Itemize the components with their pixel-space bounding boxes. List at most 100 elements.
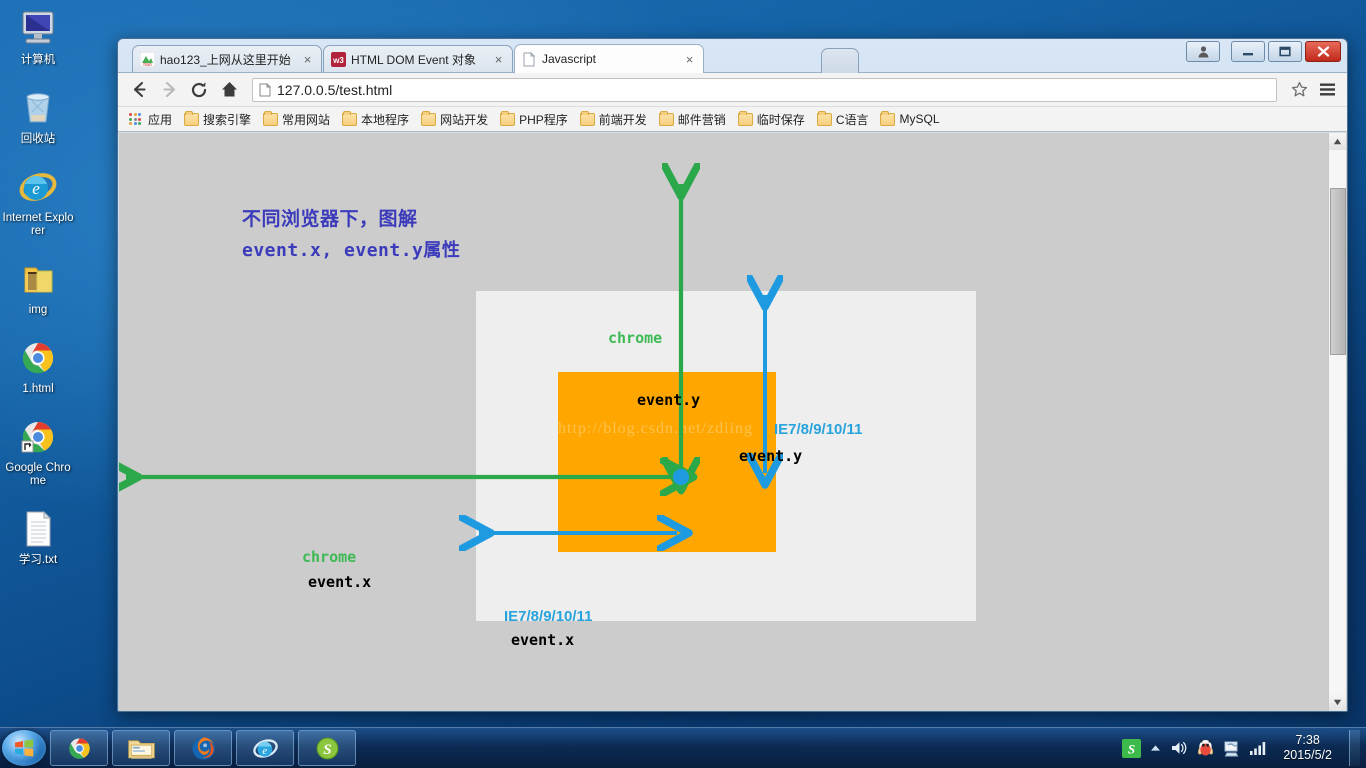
tab-html-dom-event[interactable]: w3 HTML DOM Event 对象 × — [323, 45, 513, 72]
page-info-icon — [259, 82, 271, 97]
minimize-button[interactable] — [1231, 41, 1265, 62]
taskbar-firefox-button[interactable] — [174, 730, 232, 766]
taskbar: e S S 7:38 2015/5/2 — [0, 727, 1366, 768]
start-button[interactable] — [2, 730, 46, 766]
back-button[interactable] — [126, 77, 152, 103]
svg-text:S: S — [1128, 741, 1135, 756]
desktop-icon-1html[interactable]: 1.html — [0, 335, 76, 396]
taskbar-chrome-button[interactable] — [50, 730, 108, 766]
tab-close-icon[interactable]: × — [491, 53, 506, 66]
tab-close-icon[interactable]: × — [300, 53, 315, 66]
menu-icon[interactable] — [1315, 78, 1339, 102]
reload-button[interactable] — [186, 77, 212, 103]
chrome-shortcut-icon — [0, 414, 76, 460]
taskbar-skype-button[interactable]: S — [298, 730, 356, 766]
user-profile-button[interactable] — [1186, 41, 1220, 62]
url-text: 127.0.0.5/test.html — [277, 81, 393, 98]
internet-explorer-icon: e — [0, 164, 76, 210]
sogou-input-icon[interactable]: S — [1122, 738, 1142, 758]
cursor-dot — [673, 469, 689, 485]
system-tray: S 7:38 2015/5/2 — [1122, 730, 1366, 766]
taskbar-explorer-button[interactable] — [112, 730, 170, 766]
bookmark-search-engines[interactable]: 搜索引擎 — [179, 109, 256, 130]
desktop-icon-recycle-bin[interactable]: 回收站 — [0, 85, 76, 146]
close-button[interactable] — [1305, 41, 1341, 62]
bookmark-label: 搜索引擎 — [203, 112, 252, 127]
tab-hao123[interactable]: hao hao123_上网从这里开始 × — [132, 45, 322, 72]
bookmark-label: 常用网站 — [282, 112, 331, 127]
bookmark-label: PHP程序 — [519, 112, 568, 127]
desktop-icon-label: 计算机 — [20, 54, 56, 66]
bookmark-frontend[interactable]: 前端开发 — [575, 109, 652, 130]
folder-icon — [184, 110, 200, 126]
folder-icon — [500, 110, 516, 126]
address-bar[interactable]: 127.0.0.5/test.html — [252, 77, 1277, 102]
bookmark-c-language[interactable]: C语言 — [812, 109, 874, 130]
w3school-icon: w3 — [330, 51, 346, 67]
computer-icon — [0, 6, 76, 52]
ie-event-x-browser-label: IE7/8/9/10/11 — [504, 608, 593, 625]
svg-text:e: e — [32, 179, 40, 198]
chrome-event-y-prop-label: event.y — [637, 391, 701, 409]
tab-javascript[interactable]: Javascript × — [514, 44, 704, 73]
svg-text:w3: w3 — [332, 56, 344, 65]
bookmark-mysql[interactable]: MySQL — [875, 110, 944, 128]
arrow-diagram — [119, 133, 1329, 711]
tab-close-icon[interactable]: × — [682, 53, 697, 66]
network-signal-icon[interactable] — [1249, 740, 1268, 756]
new-tab-button[interactable] — [821, 48, 859, 73]
scroll-down-button[interactable] — [1329, 694, 1346, 711]
bookmark-common-sites[interactable]: 常用网站 — [258, 109, 335, 130]
folder-icon — [816, 110, 832, 126]
desktop-icon-computer[interactable]: 计算机 — [0, 6, 76, 67]
ie-event-x-prop-label: event.x — [511, 631, 575, 649]
taskbar-ie-button[interactable]: e — [236, 730, 294, 766]
desktop-icon-study-txt[interactable]: 学习.txt — [0, 506, 76, 567]
action-center-flag-icon[interactable] — [1223, 740, 1240, 757]
svg-text:S: S — [323, 742, 331, 758]
window-controls — [1186, 41, 1341, 62]
svg-text:e: e — [262, 744, 267, 756]
desktop-icon-google-chrome[interactable]: Google Chrome — [0, 414, 76, 488]
bookmark-label: 本地程序 — [361, 112, 410, 127]
desktop-icon-img-folder[interactable]: img — [0, 256, 76, 317]
maximize-button[interactable] — [1268, 41, 1302, 62]
forward-button[interactable] — [156, 77, 182, 103]
bookmark-label: 邮件营销 — [677, 112, 726, 127]
scrollbar-thumb[interactable] — [1330, 188, 1346, 355]
show-desktop-button[interactable] — [1349, 730, 1360, 766]
svg-text:hao: hao — [143, 62, 152, 67]
clock-time: 7:38 — [1295, 733, 1320, 747]
page-icon — [521, 51, 537, 67]
bookmark-apps[interactable]: 应用 — [124, 109, 177, 130]
ie-event-y-browser-label: IE7/8/9/10/11 — [774, 421, 863, 438]
tab-title: HTML DOM Event 对象 — [351, 52, 476, 67]
bookmark-php[interactable]: PHP程序 — [495, 109, 573, 130]
desktop-icon-label: Google Chrome — [5, 462, 71, 487]
bookmark-web-dev[interactable]: 网站开发 — [416, 109, 493, 130]
ie-event-y-prop-label: event.y — [739, 447, 803, 465]
tab-title: Javascript — [542, 52, 597, 66]
browser-toolbar: 127.0.0.5/test.html — [118, 72, 1347, 106]
desktop-icon-label: 回收站 — [20, 133, 56, 145]
bookmark-email-marketing[interactable]: 邮件营销 — [654, 109, 731, 130]
qq-icon[interactable] — [1197, 739, 1214, 757]
desktop-icon-label: 学习.txt — [18, 554, 58, 566]
desktop-icon-internet-explorer[interactable]: e Internet Explorer — [0, 164, 76, 238]
bookmarks-bar: 应用 搜索引擎 常用网站 本地程序 网站开发 PHP程序 前端开发 邮件营销 临… — [118, 106, 1347, 132]
vertical-scrollbar[interactable] — [1328, 133, 1346, 711]
folder-icon — [579, 110, 595, 126]
volume-icon[interactable] — [1170, 740, 1188, 756]
taskbar-clock[interactable]: 7:38 2015/5/2 — [1283, 733, 1332, 763]
show-hidden-icons-button[interactable] — [1150, 744, 1161, 752]
text-file-icon — [0, 506, 76, 552]
bookmark-label: MySQL — [899, 112, 940, 126]
scroll-up-button[interactable] — [1329, 133, 1346, 150]
bookmark-label: 应用 — [148, 112, 173, 127]
home-button[interactable] — [216, 77, 242, 103]
bookmark-local-programs[interactable]: 本地程序 — [337, 109, 414, 130]
bookmark-temp-storage[interactable]: 临时保存 — [733, 109, 810, 130]
bookmark-star-icon[interactable] — [1287, 78, 1311, 102]
recycle-bin-icon — [0, 85, 76, 131]
folder-icon — [880, 110, 896, 126]
